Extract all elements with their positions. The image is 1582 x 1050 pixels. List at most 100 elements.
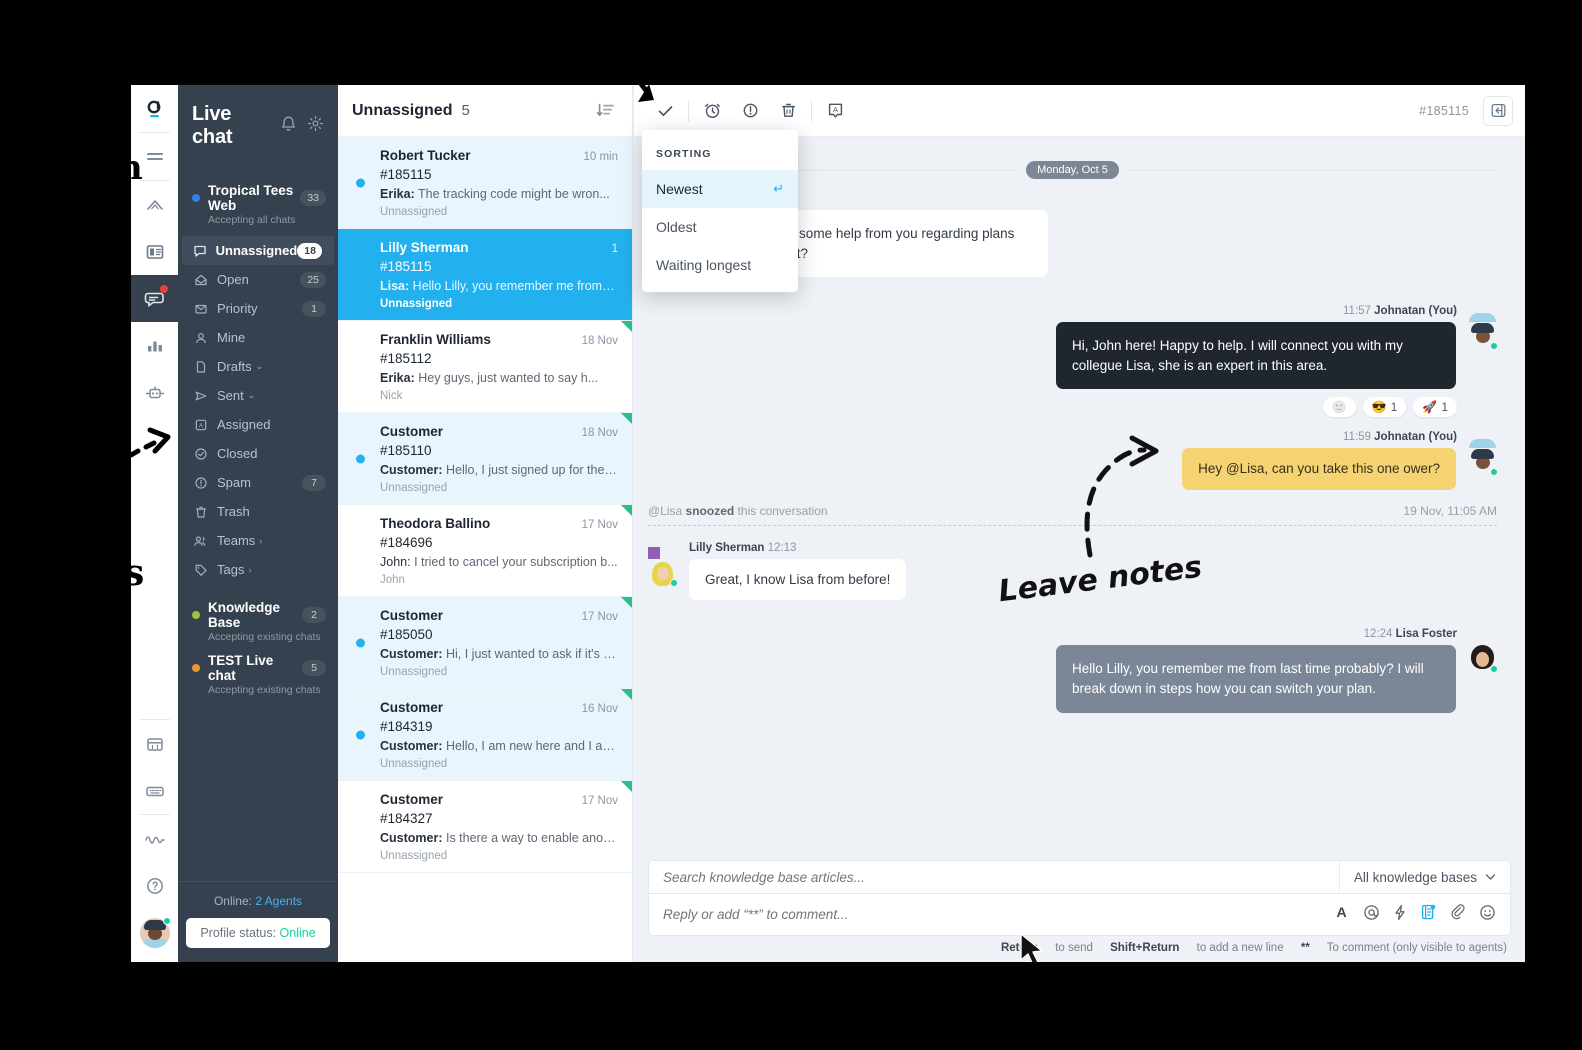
- live-chat-icon[interactable]: [131, 275, 178, 322]
- emoji-icon[interactable]: [1479, 904, 1496, 926]
- sorting-option-newest[interactable]: Newest ↵: [642, 170, 798, 208]
- conversation-name: Customer: [380, 608, 444, 623]
- reaction-chip[interactable]: 😎 1: [1362, 397, 1407, 418]
- groove-logo-icon[interactable]: [131, 85, 178, 132]
- sidebar-item-spam[interactable]: Spam 7: [178, 468, 338, 497]
- preview-text: Hello Lilly, you remember me from la...: [409, 279, 618, 293]
- system-event-action: snoozed: [685, 503, 735, 518]
- activity-pulse-icon[interactable]: [131, 815, 178, 862]
- reports-bar-icon[interactable]: [131, 322, 178, 369]
- sidebar-item-label: Spam: [217, 475, 251, 490]
- knowledge-base-select[interactable]: All knowledge bases: [1338, 861, 1510, 893]
- sidebar-group-test-live-chat[interactable]: TEST Live chat 5 Accepting existing chat…: [178, 645, 338, 698]
- sidebar-item-label: Drafts: [217, 359, 252, 374]
- sidebar-item-assigned[interactable]: A Assigned: [178, 410, 338, 439]
- reaction-emoji: 😎: [1371, 400, 1387, 415]
- sorting-dropdown[interactable]: SORTING Newest ↵ Oldest Waiting longest: [642, 130, 798, 292]
- knowledge-base-search[interactable]: All knowledge bases: [648, 860, 1511, 894]
- chevron-down-icon[interactable]: ⌄: [256, 361, 264, 372]
- profile-status-button[interactable]: Profile status: Online: [186, 918, 330, 948]
- priority-exclamation-icon[interactable]: [731, 96, 769, 126]
- keyboard-icon[interactable]: [131, 767, 178, 814]
- chevron-down-icon: [1485, 874, 1496, 880]
- bell-icon[interactable]: [280, 115, 297, 138]
- sidebar-item-label: Teams: [217, 533, 256, 548]
- conversation-name: Customer: [380, 424, 444, 439]
- mention-icon[interactable]: [1363, 904, 1380, 926]
- sorting-option-waiting-longest[interactable]: Waiting longest: [642, 246, 798, 284]
- avatar[interactable]: [648, 546, 678, 588]
- tag-icon: [192, 563, 209, 577]
- inbox-arrow-icon[interactable]: [131, 181, 178, 228]
- live-chat-sidebar: Live chat Tropical Tees Web 33 Accepting…: [178, 85, 338, 962]
- avatar[interactable]: [1468, 313, 1498, 351]
- ticket-id: #185115: [1419, 103, 1469, 118]
- svg-text:A: A: [1336, 904, 1346, 920]
- check-icon[interactable]: [646, 96, 684, 126]
- sidebar-header: Live chat: [178, 85, 338, 161]
- help-question-icon[interactable]: [131, 862, 178, 909]
- hint-return: Return to send: [1001, 942, 1093, 954]
- list-item[interactable]: Theodora Ballino 17 Nov #184696 John: I t…: [338, 505, 632, 597]
- sidebar-group-knowledge-base[interactable]: Knowledge Base 2 Accepting existing chat…: [178, 592, 338, 645]
- search-input[interactable]: [649, 869, 1339, 885]
- snooze-alarm-icon[interactable]: [693, 96, 731, 126]
- list-item[interactable]: Customer 16 Nov #184319 Customer: Hello, …: [338, 689, 632, 781]
- sidebar-item-priority[interactable]: Priority 1: [178, 294, 338, 323]
- message-time: 11:57: [1343, 305, 1371, 318]
- avatar[interactable]: [1468, 645, 1498, 674]
- shortcut-lightning-icon[interactable]: [1393, 904, 1407, 926]
- sort-descending-icon[interactable]: [592, 98, 618, 124]
- reaction-chip[interactable]: 🚀 1: [1413, 397, 1457, 418]
- reply-input[interactable]: [649, 907, 1333, 922]
- sidebar-item-sent[interactable]: Sent ⌄: [178, 381, 338, 410]
- sorting-option-label: Oldest: [656, 219, 697, 235]
- conversation-name: Franklin Williams: [380, 332, 491, 347]
- list-item[interactable]: Customer 18 Nov #185110 Customer: Hello, …: [338, 413, 632, 505]
- user-avatar[interactable]: [131, 909, 178, 956]
- sidebar-item-teams[interactable]: Teams ›: [178, 526, 338, 555]
- online-count[interactable]: 2 Agents: [255, 894, 302, 908]
- hint-comment-text: To comment (only visible to agents): [1323, 942, 1507, 954]
- sidebar-item-mine[interactable]: Mine: [178, 323, 338, 352]
- reply-box[interactable]: A: [648, 894, 1511, 936]
- automation-robot-icon[interactable]: [131, 369, 178, 416]
- gear-icon[interactable]: [307, 115, 324, 137]
- chevron-down-icon[interactable]: ⌄: [248, 390, 256, 401]
- trash-icon[interactable]: [769, 96, 807, 126]
- format-text-icon[interactable]: A: [1333, 904, 1350, 925]
- sidebar-item-unnassigned[interactable]: Unnassigned 18: [182, 236, 334, 265]
- message-reactions[interactable]: 🙂 😎 1 🚀 1: [648, 397, 1497, 418]
- list-item[interactable]: Robert Tucker 10 min #185115 Erika: The t…: [338, 137, 632, 229]
- sidebar-item-open[interactable]: Open 25: [178, 265, 338, 294]
- reaction-add-button[interactable]: 🙂: [1322, 397, 1356, 418]
- list-item[interactable]: Customer 17 Nov #185050 Customer: Hi, I j…: [338, 597, 632, 689]
- sidebar-item-closed[interactable]: Closed: [178, 439, 338, 468]
- avatar[interactable]: [1468, 439, 1498, 477]
- knowledge-base-select-value: All knowledge bases: [1353, 869, 1477, 885]
- chevron-right-icon[interactable]: ›: [259, 536, 262, 546]
- preview-text: The tracking code might be wron...: [414, 187, 610, 201]
- sidebar-item-trash[interactable]: Trash: [178, 497, 338, 526]
- list-item[interactable]: Franklin Williams 18 Nov #185112 Erika: H…: [338, 321, 632, 413]
- conversation-list-body[interactable]: Robert Tucker 10 min #185115 Erika: The t…: [338, 137, 632, 962]
- corner-flag: [621, 505, 632, 516]
- reaction-count: 1: [1390, 400, 1398, 415]
- sidebar-group-tropical[interactable]: Tropical Tees Web 33 Accepting all chats: [178, 175, 338, 228]
- person-icon: [192, 331, 209, 345]
- collapse-panel-icon[interactable]: [1483, 95, 1513, 126]
- preview-sender: John:: [380, 555, 411, 569]
- attachment-icon[interactable]: [1450, 903, 1466, 926]
- sidebar-title: Live chat: [192, 103, 233, 148]
- sorting-option-oldest[interactable]: Oldest: [642, 208, 798, 246]
- list-item[interactable]: Customer 17 Nov #184327 Customer: Is ther…: [338, 781, 632, 873]
- knowledge-book-icon[interactable]: [131, 228, 178, 275]
- knowledge-base-icon[interactable]: [1420, 903, 1437, 926]
- sidebar-item-drafts[interactable]: Drafts ⌄: [178, 352, 338, 381]
- assign-agent-icon[interactable]: A: [816, 96, 854, 126]
- sidebar-item-tags[interactable]: Tags ›: [178, 555, 338, 584]
- chevron-right-icon[interactable]: ›: [248, 565, 251, 575]
- paper-plane-icon: [192, 389, 209, 403]
- calendar-icon[interactable]: [131, 720, 178, 767]
- list-item[interactable]: Lilly Sherman 1 #185115 Lisa: Hello Lilly…: [338, 229, 632, 321]
